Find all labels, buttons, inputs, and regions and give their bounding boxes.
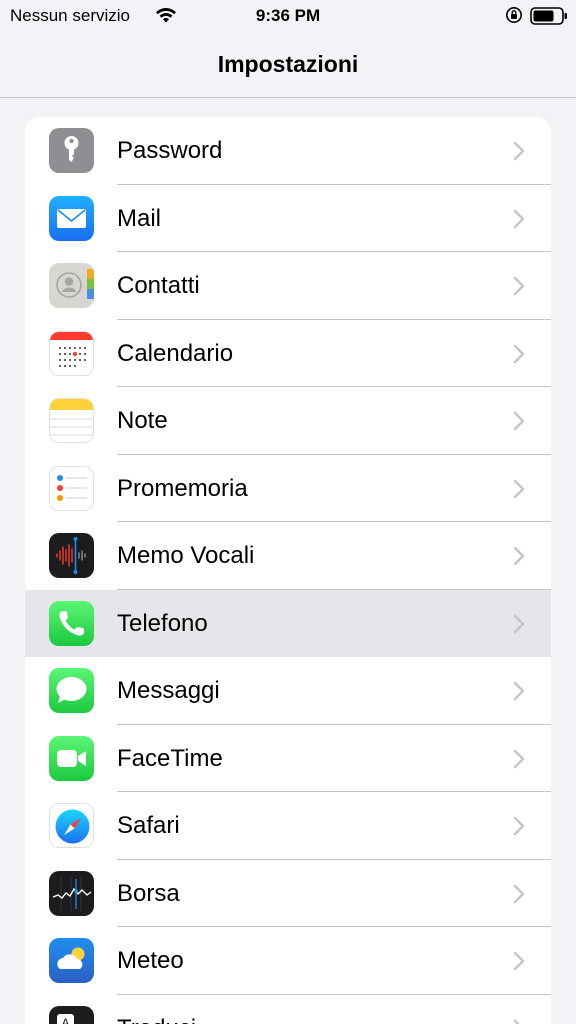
clock: 9:36 PM: [255, 6, 321, 25]
settings-row-facetime[interactable]: FaceTime: [25, 725, 551, 792]
settings-row-label: Mail: [117, 204, 162, 232]
chevron-right-icon: [513, 479, 525, 498]
settings-row-mail[interactable]: Mail: [25, 185, 551, 252]
page-title: Impostazioni: [217, 51, 359, 77]
key-icon: [49, 128, 94, 173]
settings-row-label: Safari: [117, 812, 180, 839]
settings-row-label: FaceTime: [117, 744, 223, 772]
settings-row-weather[interactable]: Meteo: [25, 927, 551, 995]
settings-row-label: Calendario: [117, 339, 234, 367]
settings-row-label: Password: [117, 137, 223, 164]
contacts-icon: [49, 263, 94, 308]
chevron-right-icon: [513, 411, 525, 431]
svg-text:A: A: [61, 1016, 69, 1024]
chevron-right-icon: [513, 344, 525, 363]
translate-icon: A: [49, 1005, 94, 1024]
settings-row-label: Telefono: [117, 609, 208, 637]
settings-row-label: Note: [117, 407, 168, 434]
settings-row-label: Messaggi: [117, 677, 220, 704]
chevron-right-icon: [513, 681, 525, 701]
chevron-right-icon: [513, 816, 525, 836]
settings-row-translate[interactable]: A Traduci: [25, 995, 551, 1024]
chevron-right-icon: [513, 546, 525, 566]
chevron-right-icon: [513, 884, 525, 903]
chevron-right-icon: [513, 276, 525, 296]
settings-row-notes[interactable]: Note: [25, 387, 551, 455]
phone-icon: [49, 600, 94, 646]
settings-row-stocks[interactable]: Borsa: [25, 860, 551, 927]
settings-row-label: Traduci: [117, 1015, 196, 1024]
chevron-right-icon: [513, 209, 525, 228]
settings-row-phone[interactable]: Telefono: [25, 589, 551, 657]
settings-row-label: Promemoria: [117, 474, 248, 502]
battery-icon: [530, 7, 567, 25]
reminders-icon: [49, 465, 94, 511]
settings-row-contacts[interactable]: Contatti: [25, 252, 551, 320]
calendar-icon: [49, 330, 94, 376]
weather-icon: [49, 938, 94, 983]
settings-row-reminders[interactable]: Promemoria: [25, 455, 551, 522]
safari-icon: [49, 803, 94, 848]
chevron-right-icon: [513, 614, 525, 633]
notes-icon: [49, 398, 94, 443]
settings-row-password[interactable]: Password: [25, 117, 551, 185]
chevron-right-icon: [513, 1019, 521, 1024]
rotation-lock-icon: [506, 7, 522, 23]
chevron-right-icon: [513, 951, 525, 971]
settings-row-safari[interactable]: Safari: [25, 792, 551, 860]
settings-row-label: Memo Vocali: [117, 542, 255, 569]
settings-row-label: Meteo: [117, 947, 184, 974]
chevron-right-icon: [513, 141, 525, 161]
settings-row-voice-memos[interactable]: Memo Vocali: [25, 522, 551, 590]
status-bar: Nessun servizio 9:36 PM: [0, 0, 576, 34]
settings-row-label: Contatti: [117, 272, 200, 299]
settings-list: Password Mail Contatti Calendario Note P…: [25, 117, 551, 1024]
voice-memos-icon: [49, 533, 94, 578]
facetime-icon: [49, 735, 94, 781]
stocks-icon: [49, 870, 94, 916]
settings-row-label: Borsa: [117, 879, 180, 907]
mail-icon: [49, 195, 94, 241]
chevron-right-icon: [513, 749, 525, 768]
settings-row-messages[interactable]: Messaggi: [25, 657, 551, 725]
navigation-bar: Impostazioni: [0, 34, 576, 98]
messages-icon: [49, 668, 94, 713]
settings-row-calendar[interactable]: Calendario: [25, 320, 551, 387]
